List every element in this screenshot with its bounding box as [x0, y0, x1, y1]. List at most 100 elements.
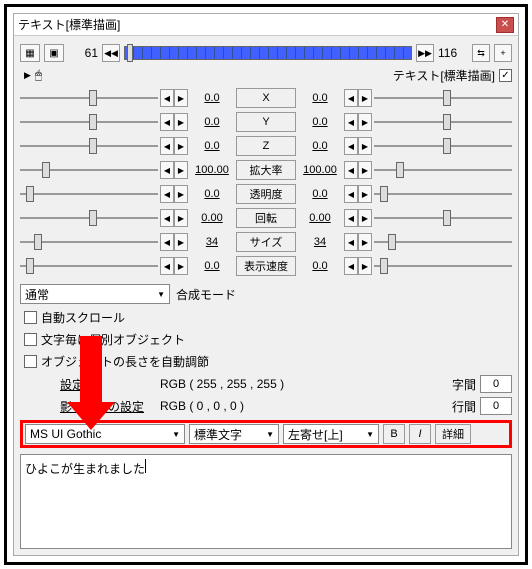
right-value[interactable]: 34	[298, 233, 342, 251]
text-input-area[interactable]: ひよこが生まれました	[20, 454, 512, 549]
italic-button[interactable]: I	[409, 424, 431, 444]
prop-name-button[interactable]: サイズ	[236, 232, 296, 252]
right-slider[interactable]	[374, 162, 512, 178]
font-align-dropdown[interactable]: 左寄せ[上] ▼	[283, 424, 379, 444]
seek-forward[interactable]: ▶▶	[416, 44, 434, 62]
left-value[interactable]: 0.0	[190, 137, 234, 155]
left-slider[interactable]	[20, 210, 158, 226]
right-value[interactable]: 0.0	[298, 137, 342, 155]
shadow-settings-link[interactable]: 影・縁色の設定	[60, 398, 160, 415]
left-spin-up[interactable]: ▶	[174, 233, 188, 251]
left-spin-up[interactable]: ▶	[174, 137, 188, 155]
prop-name-button[interactable]: 拡大率	[236, 160, 296, 180]
font-decor-dropdown[interactable]: 標準文字 ▼	[189, 424, 279, 444]
left-spin-up[interactable]: ▶	[174, 209, 188, 227]
toggle-b[interactable]: +	[494, 44, 512, 62]
right-value[interactable]: 0.00	[298, 209, 342, 227]
left-spin-down[interactable]: ◀	[160, 137, 174, 155]
font-controls-row: MS UI Gothic ▼ 標準文字 ▼ 左寄せ[上] ▼ B I 詳細	[20, 420, 512, 448]
left-spin-up[interactable]: ▶	[174, 257, 188, 275]
left-spin-down[interactable]: ◀	[160, 209, 174, 227]
prop-name-button[interactable]: 表示速度	[236, 256, 296, 276]
right-slider[interactable]	[374, 90, 512, 106]
left-slider[interactable]	[20, 186, 158, 202]
blend-mode-dropdown[interactable]: 通常 ▼	[20, 284, 170, 304]
right-spin-up[interactable]: ▶	[358, 137, 372, 155]
right-spin-up[interactable]: ▶	[358, 209, 372, 227]
line-spacing-input[interactable]	[480, 397, 512, 415]
left-spin-up[interactable]: ▶	[174, 113, 188, 131]
color-settings-link[interactable]: 設定	[60, 376, 160, 393]
right-slider[interactable]	[374, 258, 512, 274]
left-slider[interactable]	[20, 138, 158, 154]
left-value[interactable]: 0.0	[190, 113, 234, 131]
left-value[interactable]: 100.00	[190, 161, 234, 179]
left-slider[interactable]	[20, 258, 158, 274]
toggle-a[interactable]: ⇆	[472, 44, 490, 62]
right-spin-down[interactable]: ◀	[344, 233, 358, 251]
right-slider[interactable]	[374, 138, 512, 154]
right-spin-up[interactable]: ▶	[358, 89, 372, 107]
prop-name-button[interactable]: Z	[236, 136, 296, 156]
right-spin-down[interactable]: ◀	[344, 113, 358, 131]
auto-adjust-checkbox[interactable]	[24, 355, 37, 368]
char-spacing-label: 字間	[452, 376, 476, 393]
left-slider[interactable]	[20, 162, 158, 178]
seek-back[interactable]: ◀◀	[102, 44, 120, 62]
right-spin-up[interactable]: ▶	[358, 185, 372, 203]
layer-checkbox[interactable]: ✓	[499, 69, 512, 82]
left-spin-down[interactable]: ◀	[160, 89, 174, 107]
right-spin-down[interactable]: ◀	[344, 161, 358, 179]
prop-name-button[interactable]: 透明度	[236, 184, 296, 204]
right-spin-down[interactable]: ◀	[344, 137, 358, 155]
left-value[interactable]: 34	[190, 233, 234, 251]
left-spin-down[interactable]: ◀	[160, 257, 174, 275]
right-slider[interactable]	[374, 186, 512, 202]
right-value[interactable]: 100.00	[298, 161, 342, 179]
right-value[interactable]: 0.0	[298, 257, 342, 275]
left-slider[interactable]	[20, 114, 158, 130]
right-spin-down[interactable]: ◀	[344, 89, 358, 107]
prop-name-button[interactable]: Y	[236, 112, 296, 132]
left-value[interactable]: 0.0	[190, 89, 234, 107]
right-value[interactable]: 0.0	[298, 89, 342, 107]
prop-name-button[interactable]: X	[236, 88, 296, 108]
left-spin-down[interactable]: ◀	[160, 161, 174, 179]
font-family-dropdown[interactable]: MS UI Gothic ▼	[25, 424, 185, 444]
right-spin-up[interactable]: ▶	[358, 257, 372, 275]
timeline-track[interactable]	[124, 46, 412, 60]
left-value[interactable]: 0.0	[190, 257, 234, 275]
left-spin-up[interactable]: ▶	[174, 89, 188, 107]
details-button[interactable]: 詳細	[435, 424, 471, 444]
right-spin-down[interactable]: ◀	[344, 257, 358, 275]
per-char-checkbox[interactable]	[24, 333, 37, 346]
right-value[interactable]: 0.0	[298, 185, 342, 203]
close-button[interactable]: ✕	[496, 17, 514, 33]
bold-button[interactable]: B	[383, 424, 405, 444]
left-value[interactable]: 0.0	[190, 185, 234, 203]
auto-scroll-checkbox[interactable]	[24, 311, 37, 324]
char-spacing-input[interactable]	[480, 375, 512, 393]
left-spin-down[interactable]: ◀	[160, 233, 174, 251]
right-slider[interactable]	[374, 210, 512, 226]
left-spin-up[interactable]: ▶	[174, 185, 188, 203]
right-spin-down[interactable]: ◀	[344, 209, 358, 227]
right-slider[interactable]	[374, 234, 512, 250]
expand-icon[interactable]: ▶	[24, 70, 31, 81]
timeline-icon-a[interactable]: ▦	[20, 44, 40, 62]
timeline-thumb[interactable]	[127, 44, 133, 62]
right-value[interactable]: 0.0	[298, 113, 342, 131]
left-spin-down[interactable]: ◀	[160, 113, 174, 131]
right-spin-down[interactable]: ◀	[344, 185, 358, 203]
left-spin-up[interactable]: ▶	[174, 161, 188, 179]
left-slider[interactable]	[20, 234, 158, 250]
left-spin-down[interactable]: ◀	[160, 185, 174, 203]
right-spin-up[interactable]: ▶	[358, 161, 372, 179]
timeline-icon-b[interactable]: ▣	[44, 44, 64, 62]
prop-name-button[interactable]: 回転	[236, 208, 296, 228]
right-spin-up[interactable]: ▶	[358, 113, 372, 131]
right-slider[interactable]	[374, 114, 512, 130]
right-spin-up[interactable]: ▶	[358, 233, 372, 251]
left-value[interactable]: 0.00	[190, 209, 234, 227]
left-slider[interactable]	[20, 90, 158, 106]
